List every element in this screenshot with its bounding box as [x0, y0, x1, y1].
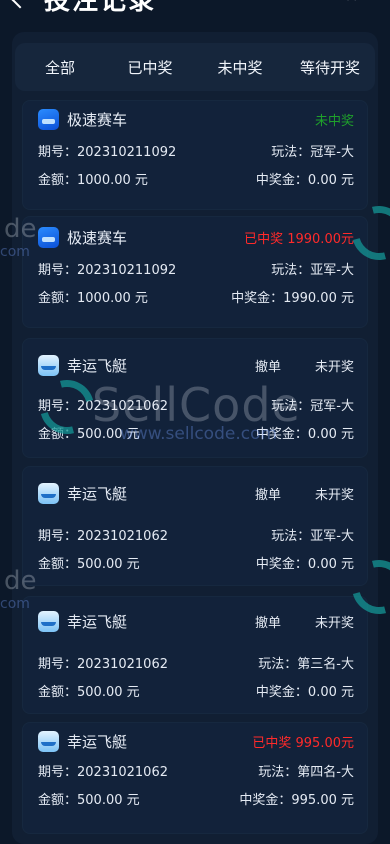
prize-label: 中奖金： — [255, 427, 308, 442]
amount-label: 金额： — [38, 291, 78, 306]
boat-icon — [38, 483, 59, 504]
prize-value: 0.00 元 — [307, 557, 354, 572]
tab-lost[interactable]: 未中奖 — [195, 57, 285, 78]
cancel-bet-button[interactable]: 撤单 — [255, 612, 281, 631]
boat-icon — [38, 355, 59, 376]
amount-label: 金额： — [38, 173, 78, 188]
prize-value: 995.00 元 — [291, 793, 354, 808]
period-value: 202310211092 — [77, 145, 177, 160]
header: 投注记录 全部 — [0, 0, 390, 22]
tab-pending[interactable]: 等待开奖 — [285, 57, 375, 78]
bet-record-card[interactable]: 幸运飞艇 撤单 未开奖 期号：20231021062 玩法：第三名-大 金额：5… — [22, 596, 368, 714]
period-value: 20231021062 — [77, 765, 168, 780]
boat-icon — [38, 731, 59, 752]
play-value: 第四名-大 — [297, 765, 354, 780]
back-arrow-icon[interactable] — [11, 0, 29, 9]
game-name: 极速赛车 — [67, 111, 128, 129]
game-name: 幸运飞艇 — [67, 613, 128, 631]
tab-all[interactable]: 全部 — [15, 57, 105, 78]
period-label: 期号： — [38, 765, 78, 780]
bet-record-card[interactable]: 幸运飞艇 已中奖 995.00元 期号：20231021062 玩法：第四名-大… — [22, 722, 368, 834]
play-value: 冠军-大 — [310, 145, 354, 160]
status-badge: 已中奖 995.00元 — [252, 736, 354, 751]
status-badge: 未开奖 — [314, 488, 354, 503]
filter-all-button[interactable]: 全部 — [332, 0, 360, 4]
amount-value: 500.00 元 — [77, 427, 140, 442]
play-label: 玩法： — [271, 399, 311, 414]
page-title: 投注记录 — [44, 0, 157, 16]
cancel-bet-button[interactable]: 撤单 — [255, 356, 281, 375]
status-badge: 已中奖 1990.00元 — [244, 232, 354, 247]
status-badge: 未开奖 — [314, 360, 354, 375]
game-name: 幸运飞艇 — [67, 485, 128, 503]
play-value: 第三名-大 — [297, 657, 354, 672]
race-car-icon — [38, 227, 59, 248]
amount-label: 金额： — [38, 557, 78, 572]
amount-value: 500.00 元 — [77, 793, 140, 808]
amount-value: 1000.00 元 — [77, 173, 148, 188]
amount-label: 金额： — [38, 793, 78, 808]
amount-value: 1000.00 元 — [77, 291, 148, 306]
play-value: 亚军-大 — [310, 529, 354, 544]
bet-record-card[interactable]: 极速赛车 未中奖 期号：202310211092 玩法：冠军-大 金额：1000… — [22, 100, 368, 210]
bet-record-card[interactable]: 幸运飞艇 撤单 未开奖 期号：20231021062 玩法：冠军-大 金额：50… — [22, 338, 368, 458]
prize-label: 中奖金： — [239, 793, 292, 808]
period-value: 202310211092 — [77, 263, 177, 278]
prize-value: 0.00 元 — [307, 173, 354, 188]
prize-label: 中奖金： — [255, 557, 308, 572]
play-label: 玩法： — [258, 765, 298, 780]
period-label: 期号： — [38, 145, 78, 160]
prize-value: 0.00 元 — [307, 427, 354, 442]
play-label: 玩法： — [258, 657, 298, 672]
period-value: 20231021062 — [77, 399, 168, 414]
amount-value: 500.00 元 — [77, 557, 140, 572]
bet-record-card[interactable]: 极速赛车 已中奖 1990.00元 期号：202310211092 玩法：亚军-… — [22, 216, 368, 328]
tab-bar: 全部 已中奖 未中奖 等待开奖 — [15, 43, 375, 91]
period-value: 20231021062 — [77, 657, 168, 672]
bet-record-card[interactable]: 幸运飞艇 撤单 未开奖 期号：20231021062 玩法：亚军-大 金额：50… — [22, 466, 368, 586]
period-label: 期号： — [38, 529, 78, 544]
period-label: 期号： — [38, 263, 78, 278]
cancel-bet-button[interactable]: 撤单 — [255, 484, 281, 503]
prize-label: 中奖金： — [255, 173, 308, 188]
play-label: 玩法： — [271, 263, 311, 278]
play-label: 玩法： — [271, 145, 311, 160]
status-badge: 未开奖 — [314, 616, 354, 631]
period-value: 20231021062 — [77, 529, 168, 544]
prize-label: 中奖金： — [231, 291, 284, 306]
play-label: 玩法： — [271, 529, 311, 544]
race-car-icon — [38, 109, 59, 130]
game-name: 极速赛车 — [67, 229, 128, 247]
amount-label: 金额： — [38, 427, 78, 442]
status-badge: 未中奖 — [314, 114, 354, 129]
amount-value: 500.00 元 — [77, 685, 140, 700]
play-value: 亚军-大 — [310, 263, 354, 278]
amount-label: 金额： — [38, 685, 78, 700]
period-label: 期号： — [38, 399, 78, 414]
game-name: 幸运飞艇 — [67, 357, 128, 375]
prize-value: 0.00 元 — [307, 685, 354, 700]
game-name: 幸运飞艇 — [67, 733, 128, 751]
prize-value: 1990.00 元 — [283, 291, 354, 306]
tab-won[interactable]: 已中奖 — [105, 57, 195, 78]
prize-label: 中奖金： — [255, 685, 308, 700]
period-label: 期号： — [38, 657, 78, 672]
play-value: 冠军-大 — [310, 399, 354, 414]
boat-icon — [38, 611, 59, 632]
